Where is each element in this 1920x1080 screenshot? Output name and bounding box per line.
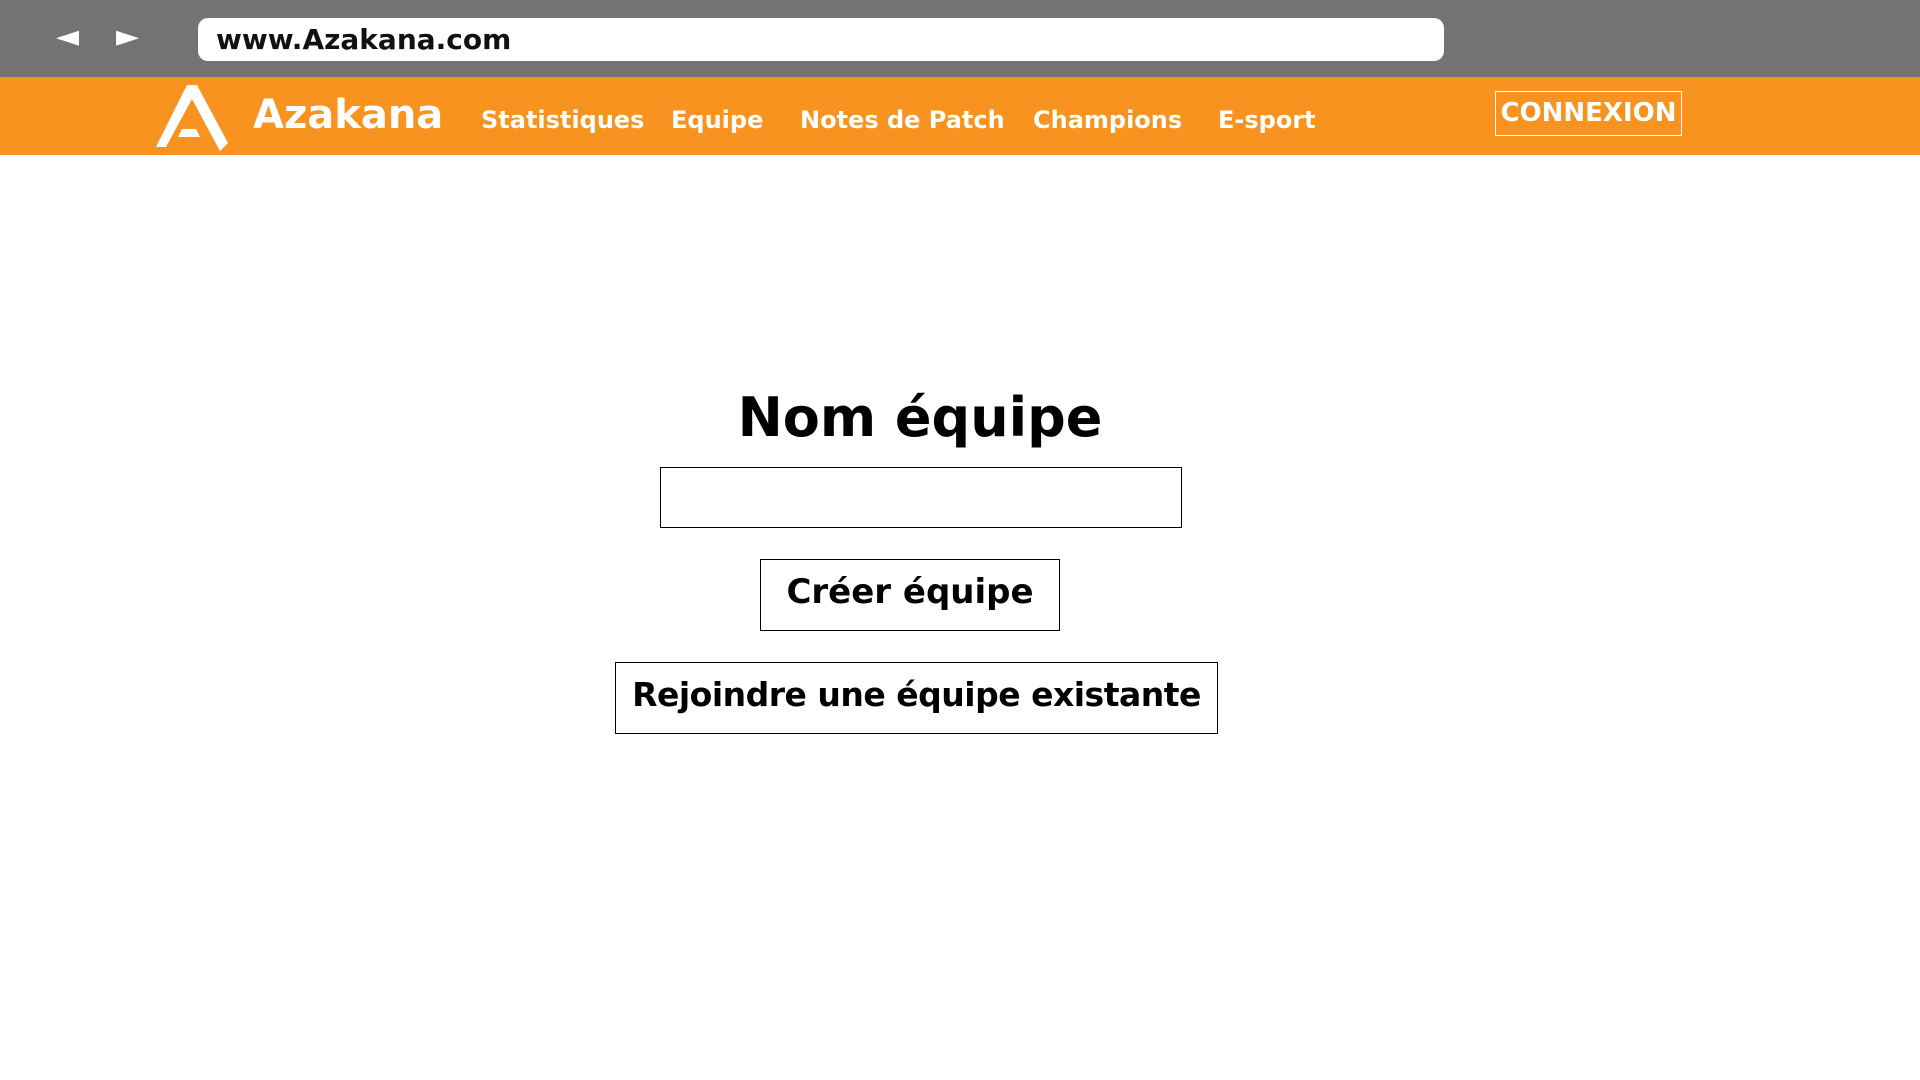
login-button[interactable]: CONNEXION: [1495, 91, 1682, 136]
brand-name[interactable]: Azakana: [253, 90, 443, 140]
site-navbar: Azakana Statistiques Equipe Notes de Pat…: [0, 77, 1920, 155]
address-bar[interactable]: www.Azakana.com: [198, 18, 1444, 61]
back-arrow-icon[interactable]: ◄: [56, 22, 79, 52]
nav-link-equipe[interactable]: Equipe: [671, 105, 763, 135]
azakana-logo-icon[interactable]: [156, 83, 228, 151]
join-team-button[interactable]: Rejoindre une équipe existante: [615, 662, 1218, 734]
nav-link-champions[interactable]: Champions: [1033, 105, 1182, 135]
browser-toolbar: ◄ ► www.Azakana.com: [0, 0, 1920, 77]
create-team-button[interactable]: Créer équipe: [760, 559, 1060, 631]
nav-link-notes-de-patch[interactable]: Notes de Patch: [800, 105, 1005, 135]
page-title: Nom équipe: [737, 386, 1103, 449]
team-name-input[interactable]: [660, 467, 1182, 528]
nav-link-statistiques[interactable]: Statistiques: [481, 105, 644, 135]
nav-link-e-sport[interactable]: E-sport: [1218, 105, 1316, 135]
forward-arrow-icon[interactable]: ►: [116, 22, 139, 52]
